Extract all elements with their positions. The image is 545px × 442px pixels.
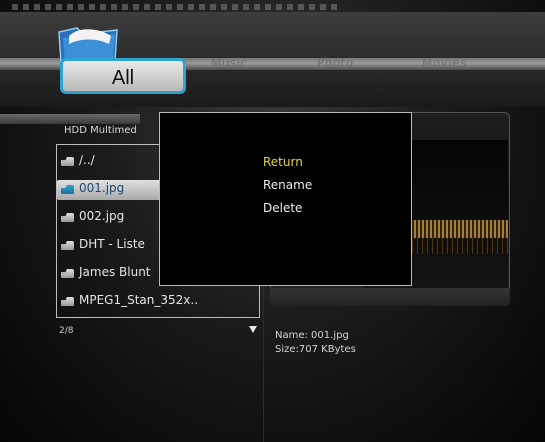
tab-movies[interactable]: Movies	[422, 56, 467, 70]
preview-lights	[402, 220, 508, 238]
media-player-screen: All Music Photo Movies HDD Multimed /../…	[0, 0, 545, 442]
file-name-info: Name: 001.jpg	[275, 330, 349, 341]
file-name: MPEG1_Stan_352x..	[79, 293, 199, 307]
file-name: DHT - Liste	[79, 237, 145, 251]
tab-photo[interactable]: Photo	[317, 56, 354, 70]
menu-item-rename[interactable]: Rename	[263, 178, 312, 192]
file-name: /../	[79, 153, 95, 167]
file-size-info: Size:707 KBytes	[275, 344, 356, 355]
left-rail	[0, 114, 140, 124]
list-item[interactable]: MPEG1_Stan_352x..	[57, 291, 257, 313]
preview-reflection	[402, 238, 508, 254]
breadcrumb: HDD Multimed	[64, 125, 137, 136]
video-file-icon	[61, 297, 74, 306]
folder-small-icon	[61, 241, 74, 250]
top-decoration	[12, 4, 342, 10]
file-name: 001.jpg	[79, 181, 125, 195]
menu-item-delete[interactable]: Delete	[263, 201, 302, 215]
image-file-icon	[61, 213, 74, 222]
menu-item-return[interactable]: Return	[263, 155, 303, 169]
page-count: 2/8	[59, 326, 74, 336]
tab-music[interactable]: Music	[211, 56, 248, 70]
folder-small-icon	[61, 269, 74, 278]
file-name: 002.jpg	[79, 209, 125, 223]
preview-bottom-bar	[270, 288, 510, 306]
context-menu-popup	[159, 112, 412, 286]
scroll-down-icon[interactable]	[249, 326, 257, 333]
file-name: James Blunt	[79, 265, 151, 279]
tab-all[interactable]: All	[60, 58, 186, 94]
folder-small-icon	[61, 157, 74, 166]
